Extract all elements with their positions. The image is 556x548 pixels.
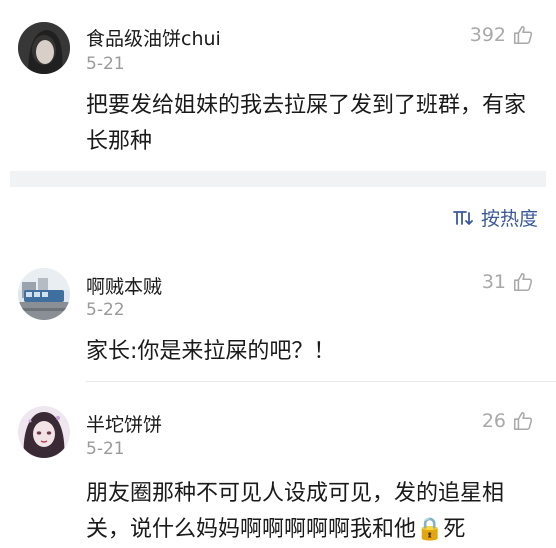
avatar[interactable] xyxy=(18,268,70,320)
thumbs-up-icon xyxy=(513,272,533,292)
username[interactable]: 食品级油饼chui xyxy=(86,24,221,51)
avatar[interactable] xyxy=(18,406,70,458)
comment-date: 5-21 xyxy=(86,54,125,74)
comment-date: 5-22 xyxy=(86,300,125,320)
like-button[interactable]: 26 xyxy=(482,410,534,432)
comment-item: 啊贼本贼 5-22 31 家长:你是来拉屎的吧？！ xyxy=(0,262,556,380)
like-button[interactable]: 31 xyxy=(482,271,534,293)
comment-text: 把要发给姐妹的我去拉屎了发到了班群，有家长那种 xyxy=(86,93,527,154)
like-button[interactable]: 392 xyxy=(470,24,534,46)
comment-divider xyxy=(86,381,556,382)
sort-button[interactable]: 按热度 xyxy=(453,204,538,231)
drawn-girl-avatar-icon xyxy=(18,406,70,458)
comment-date: 5-21 xyxy=(86,439,125,459)
thumbs-up-icon xyxy=(513,411,533,431)
portrait-avatar-icon xyxy=(18,22,70,74)
comment-text: 家长:你是来拉屎的吧？！ xyxy=(86,339,336,364)
username[interactable]: 啊贼本贼 xyxy=(86,272,162,299)
like-count: 31 xyxy=(481,271,506,293)
comment-item: 食品级油饼chui 5-21 392 把要发给姐妹的我去拉屎了发到了班群，有家长… xyxy=(0,0,556,170)
like-count: 392 xyxy=(469,24,506,46)
sort-label: 按热度 xyxy=(480,208,538,230)
comment-text: 朋友圈那种不可见人设成可见，发的追星相关，说什么妈妈啊啊啊啊啊我和他🔒死 xyxy=(86,481,505,542)
comment-item: 半坨饼饼 5-21 26 朋友圈那种不可见人设成可见，发的追星相关，说什么妈妈啊… xyxy=(0,396,556,546)
like-count: 26 xyxy=(481,410,506,432)
thumbs-up-icon xyxy=(513,25,533,45)
avatar[interactable] xyxy=(18,22,70,74)
username[interactable]: 半坨饼饼 xyxy=(86,410,162,437)
sort-icon xyxy=(453,210,473,225)
street-scene-avatar-icon xyxy=(18,268,70,320)
section-separator xyxy=(10,171,546,187)
